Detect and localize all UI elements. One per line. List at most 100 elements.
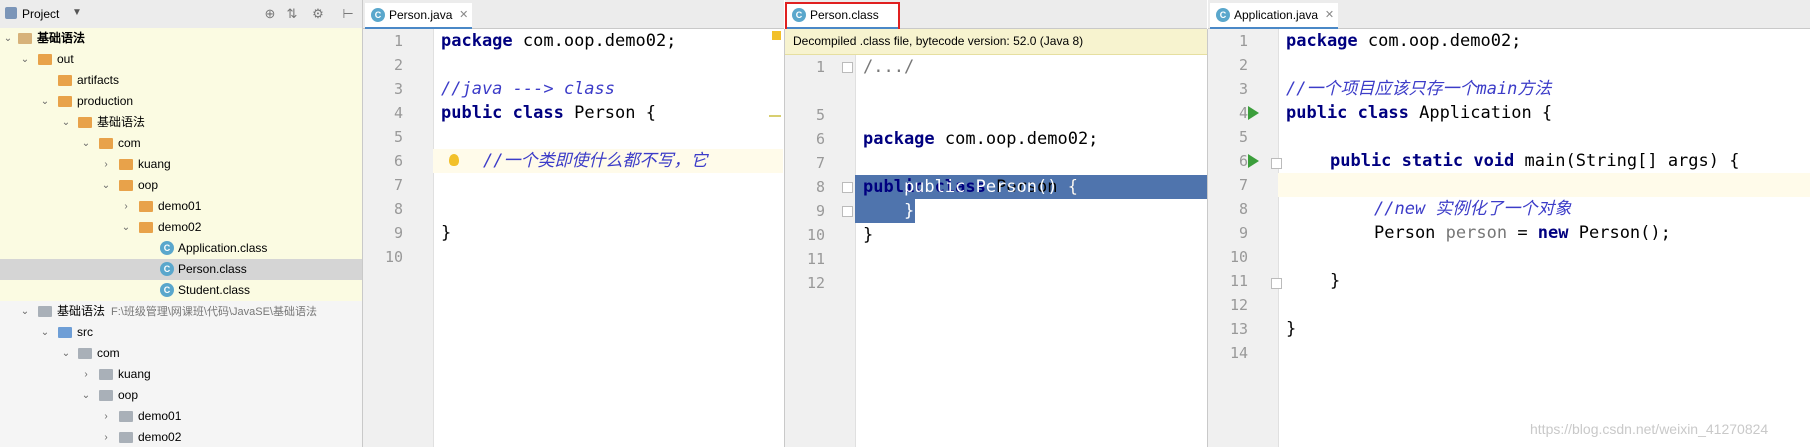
run-icon[interactable] — [1248, 106, 1259, 120]
tab-person-class[interactable]: C Person.class — [785, 2, 900, 31]
tree-item-kuang[interactable]: › kuang — [0, 154, 362, 175]
collapse-icon[interactable]: ⇅ — [284, 6, 300, 22]
line-number: 10 — [384, 248, 403, 266]
class-file-icon: C — [160, 241, 174, 255]
tree-item-application-class[interactable]: C Application.class — [0, 238, 362, 259]
tree-item-src-com[interactable]: ⌄ com — [0, 343, 362, 364]
line-number: 4 — [393, 104, 403, 122]
tree-item-src[interactable]: ⌄ src — [0, 322, 362, 343]
tree-item-com[interactable]: ⌄ com — [0, 133, 362, 154]
tree-item-person-class[interactable]: C Person.class — [0, 259, 362, 280]
editor2[interactable]: Decompiled .class file, bytecode version… — [785, 29, 1208, 447]
tree-item-oop[interactable]: ⌄ oop — [0, 175, 362, 196]
close-icon[interactable]: ✕ — [1325, 3, 1334, 27]
line-number: 3 — [1238, 80, 1248, 98]
source-folder-icon — [58, 327, 72, 338]
editor1[interactable]: 1 2 3 4 5 6 7 8 9 10 package com.oop.dem… — [363, 29, 785, 447]
line-number: 3 — [393, 80, 403, 98]
code-text: main(String[] args) { — [1514, 151, 1740, 171]
project-icon — [5, 7, 17, 19]
warning-marker[interactable] — [772, 31, 781, 40]
chevron-right-icon[interactable]: › — [100, 154, 112, 175]
fold-icon[interactable] — [1271, 158, 1282, 169]
tree-item-label: 基础语法 F:\班级管理\网课班\代码\JavaSE\基础语法 — [57, 301, 317, 323]
code-line-11: } — [863, 225, 874, 245]
chevron-down-icon[interactable]: ⌄ — [2, 28, 14, 49]
chevron-down-icon[interactable]: ▼ — [72, 7, 82, 18]
chevron-down-icon[interactable]: ⌄ — [19, 301, 31, 322]
tree-item-src-oop[interactable]: ⌄ oop — [0, 385, 362, 406]
project-title[interactable]: Project — [22, 7, 59, 21]
lightbulb-icon[interactable] — [449, 154, 459, 166]
folder-icon — [78, 117, 92, 128]
folder-icon — [58, 96, 72, 107]
chevron-down-icon[interactable]: ⌄ — [60, 343, 72, 364]
chevron-right-icon[interactable]: › — [80, 364, 92, 385]
chevron-right-icon[interactable]: › — [120, 196, 132, 217]
line-number: 2 — [393, 56, 403, 74]
tree-item-label: src — [77, 325, 93, 339]
close-icon[interactable]: ✕ — [459, 3, 468, 27]
target-icon[interactable]: ⊕ — [262, 6, 278, 22]
chevron-down-icon[interactable]: ⌄ — [39, 322, 51, 343]
tree-item-student-class[interactable]: C Student.class — [0, 280, 362, 301]
code-line-1: package com.oop.demo02; — [441, 29, 676, 53]
change-marker — [769, 115, 781, 117]
fold-icon[interactable] — [1271, 278, 1282, 289]
chevron-down-icon[interactable]: ⌄ — [120, 217, 132, 238]
decompiled-notice: Decompiled .class file, bytecode version… — [785, 29, 1207, 55]
tree-item-demo01[interactable]: › demo01 — [0, 196, 362, 217]
line-number: 1 — [393, 32, 403, 50]
package-icon — [119, 411, 133, 422]
package-icon — [99, 390, 113, 401]
tree-item-module[interactable]: ⌄ 基础语法 F:\班级管理\网课班\代码\JavaSE\基础语法 — [0, 301, 362, 322]
tree-item-demo02[interactable]: ⌄ demo02 — [0, 217, 362, 238]
line-number: 9 — [1238, 224, 1248, 242]
chevron-right-icon[interactable]: › — [100, 427, 112, 447]
keyword: public — [1330, 151, 1392, 171]
tree-item-production[interactable]: ⌄ production — [0, 91, 362, 112]
fold-icon[interactable] — [842, 206, 853, 217]
chevron-down-icon[interactable]: ⌄ — [39, 91, 51, 112]
class-file-icon: C — [160, 262, 174, 276]
tree-item-src-kuang[interactable]: › kuang — [0, 364, 362, 385]
chevron-down-icon[interactable]: ⌄ — [19, 49, 31, 70]
tab-person-java[interactable]: C Person.java ✕ — [365, 3, 473, 30]
project-panel-header: Project ▼ ⊕ ⇅ ⚙ ⊢ — [0, 0, 362, 29]
package-icon — [119, 432, 133, 443]
chevron-down-icon[interactable]: ⌄ — [80, 133, 92, 154]
notice-text: Decompiled .class file, bytecode version… — [793, 34, 1084, 48]
tree-item-src-demo01[interactable]: › demo01 — [0, 406, 362, 427]
code-text: = — [1507, 223, 1538, 243]
run-icon[interactable] — [1248, 154, 1259, 168]
line-number: 6 — [1238, 152, 1248, 170]
tab-application-java[interactable]: C Application.java ✕ — [1210, 3, 1339, 30]
tab-label: Application.java — [1234, 8, 1319, 22]
fold-icon[interactable] — [842, 182, 853, 193]
line-number: 8 — [1238, 200, 1248, 218]
tree-item-artifacts[interactable]: artifacts — [0, 70, 362, 91]
chevron-right-icon[interactable]: › — [100, 406, 112, 427]
keyword: static — [1401, 151, 1464, 171]
chevron-down-icon[interactable]: ⌄ — [80, 385, 92, 406]
line-number: 7 — [393, 176, 403, 194]
editor3[interactable]: 1 2 3 4 5 6 7 8 9 10 11 12 13 14 package… — [1208, 29, 1810, 447]
tree-item-src-demo02[interactable]: › demo02 — [0, 427, 362, 447]
tab-label: Person.java — [389, 8, 453, 22]
line-number: 10 — [806, 226, 825, 244]
code-text: com.oop.demo02; — [934, 129, 1099, 149]
tab-label: Person.class — [810, 8, 879, 22]
project-panel: Project ▼ ⊕ ⇅ ⚙ ⊢ ⌄ 基础语法 ⌄ out artifacts… — [0, 0, 363, 447]
tree-item-module-output[interactable]: ⌄ 基础语法 — [0, 112, 362, 133]
fold-icon[interactable] — [842, 62, 853, 73]
line-number: 8 — [393, 200, 403, 218]
hide-icon[interactable]: ⊢ — [340, 6, 356, 22]
folded-imports[interactable]: /.../ — [863, 55, 914, 79]
chevron-down-icon[interactable]: ⌄ — [60, 112, 72, 133]
tree-item-out[interactable]: ⌄ out — [0, 49, 362, 70]
gear-icon[interactable]: ⚙ — [310, 6, 326, 22]
chevron-down-icon[interactable]: ⌄ — [100, 175, 112, 196]
code-text: com.oop.demo02; — [1357, 31, 1522, 51]
tree-item-root[interactable]: ⌄ 基础语法 — [0, 28, 362, 49]
tree-item-label: Student.class — [178, 283, 251, 297]
